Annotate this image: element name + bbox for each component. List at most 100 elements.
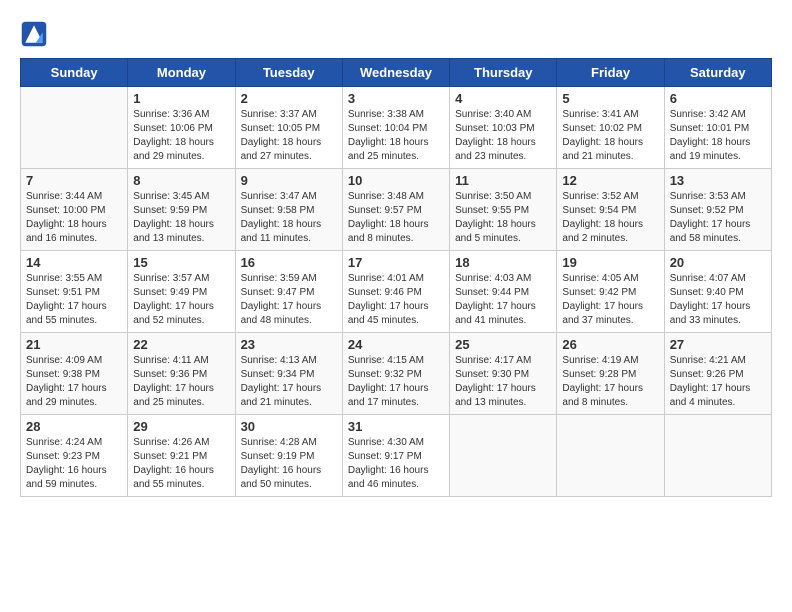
day-info: Sunrise: 3:42 AM Sunset: 10:01 PM Daylig… (670, 108, 766, 164)
day-info: Sunrise: 3:45 AM Sunset: 9:59 PM Dayligh… (133, 190, 229, 246)
day-info: Sunrise: 3:59 AM Sunset: 9:47 PM Dayligh… (241, 272, 337, 328)
calendar-cell: 8 Sunrise: 3:45 AM Sunset: 9:59 PM Daylig… (128, 169, 235, 251)
day-number: 31 (348, 419, 444, 434)
day-info: Sunrise: 4:13 AM Sunset: 9:34 PM Dayligh… (241, 354, 337, 410)
calendar-cell: 28 Sunrise: 4:24 AM Sunset: 9:23 PM Dayli… (21, 415, 128, 497)
day-info: Sunrise: 3:38 AM Sunset: 10:04 PM Daylig… (348, 108, 444, 164)
day-number: 27 (670, 337, 766, 352)
day-number: 25 (455, 337, 551, 352)
day-number: 10 (348, 173, 444, 188)
day-number: 17 (348, 255, 444, 270)
day-number: 24 (348, 337, 444, 352)
calendar-cell: 19 Sunrise: 4:05 AM Sunset: 9:42 PM Dayli… (557, 251, 664, 333)
day-info: Sunrise: 4:03 AM Sunset: 9:44 PM Dayligh… (455, 272, 551, 328)
day-number: 5 (562, 91, 658, 106)
calendar-cell: 2 Sunrise: 3:37 AM Sunset: 10:05 PM Dayli… (235, 87, 342, 169)
day-info: Sunrise: 3:37 AM Sunset: 10:05 PM Daylig… (241, 108, 337, 164)
day-info: Sunrise: 4:15 AM Sunset: 9:32 PM Dayligh… (348, 354, 444, 410)
day-info: Sunrise: 3:52 AM Sunset: 9:54 PM Dayligh… (562, 190, 658, 246)
calendar-cell: 14Sunrise: 3:55 AM Sunset: 9:51 PM Dayli… (21, 251, 128, 333)
calendar-cell: 27 Sunrise: 4:21 AM Sunset: 9:26 PM Dayli… (664, 333, 771, 415)
header (20, 20, 772, 48)
day-number: 30 (241, 419, 337, 434)
day-number: 14 (26, 255, 122, 270)
day-info: Sunrise: 3:36 AM Sunset: 10:06 PM Daylig… (133, 108, 229, 164)
day-info: Sunrise: 3:41 AM Sunset: 10:02 PM Daylig… (562, 108, 658, 164)
calendar-cell: 26 Sunrise: 4:19 AM Sunset: 9:28 PM Dayli… (557, 333, 664, 415)
calendar-cell: 30 Sunrise: 4:28 AM Sunset: 9:19 PM Dayli… (235, 415, 342, 497)
day-info: Sunrise: 4:09 AM Sunset: 9:38 PM Dayligh… (26, 354, 122, 410)
calendar-cell (557, 415, 664, 497)
calendar-cell: 11 Sunrise: 3:50 AM Sunset: 9:55 PM Dayli… (450, 169, 557, 251)
calendar-week-row: 1Sunrise: 3:36 AM Sunset: 10:06 PM Dayli… (21, 87, 772, 169)
calendar-cell (664, 415, 771, 497)
day-info: Sunrise: 4:05 AM Sunset: 9:42 PM Dayligh… (562, 272, 658, 328)
day-number: 21 (26, 337, 122, 352)
calendar-cell: 9Sunrise: 3:47 AM Sunset: 9:58 PM Daylig… (235, 169, 342, 251)
calendar-cell: 5 Sunrise: 3:41 AM Sunset: 10:02 PM Dayli… (557, 87, 664, 169)
calendar-cell: 17 Sunrise: 4:01 AM Sunset: 9:46 PM Dayli… (342, 251, 449, 333)
day-header-wednesday: Wednesday (342, 59, 449, 87)
day-number: 26 (562, 337, 658, 352)
day-info: Sunrise: 3:40 AM Sunset: 10:03 PM Daylig… (455, 108, 551, 164)
calendar-cell: 12 Sunrise: 3:52 AM Sunset: 9:54 PM Dayli… (557, 169, 664, 251)
calendar-cell: 15 Sunrise: 3:57 AM Sunset: 9:49 PM Dayli… (128, 251, 235, 333)
calendar-cell: 13 Sunrise: 3:53 AM Sunset: 9:52 PM Dayli… (664, 169, 771, 251)
day-header-thursday: Thursday (450, 59, 557, 87)
day-number: 22 (133, 337, 229, 352)
day-number: 19 (562, 255, 658, 270)
day-info: Sunrise: 3:47 AM Sunset: 9:58 PM Dayligh… (241, 190, 337, 246)
day-number: 18 (455, 255, 551, 270)
calendar-cell: 18 Sunrise: 4:03 AM Sunset: 9:44 PM Dayli… (450, 251, 557, 333)
day-info: Sunrise: 4:26 AM Sunset: 9:21 PM Dayligh… (133, 436, 229, 492)
day-number: 8 (133, 173, 229, 188)
calendar-cell: 16Sunrise: 3:59 AM Sunset: 9:47 PM Dayli… (235, 251, 342, 333)
calendar-cell: 7Sunrise: 3:44 AM Sunset: 10:00 PM Dayli… (21, 169, 128, 251)
calendar: SundayMondayTuesdayWednesdayThursdayFrid… (20, 58, 772, 497)
day-header-sunday: Sunday (21, 59, 128, 87)
calendar-cell: 31 Sunrise: 4:30 AM Sunset: 9:17 PM Dayli… (342, 415, 449, 497)
day-number: 2 (241, 91, 337, 106)
day-number: 29 (133, 419, 229, 434)
calendar-cell: 29 Sunrise: 4:26 AM Sunset: 9:21 PM Dayli… (128, 415, 235, 497)
day-info: Sunrise: 4:07 AM Sunset: 9:40 PM Dayligh… (670, 272, 766, 328)
calendar-cell: 1Sunrise: 3:36 AM Sunset: 10:06 PM Dayli… (128, 87, 235, 169)
day-number: 13 (670, 173, 766, 188)
day-info: Sunrise: 4:28 AM Sunset: 9:19 PM Dayligh… (241, 436, 337, 492)
day-info: Sunrise: 4:21 AM Sunset: 9:26 PM Dayligh… (670, 354, 766, 410)
calendar-week-row: 14Sunrise: 3:55 AM Sunset: 9:51 PM Dayli… (21, 251, 772, 333)
day-info: Sunrise: 3:57 AM Sunset: 9:49 PM Dayligh… (133, 272, 229, 328)
day-number: 15 (133, 255, 229, 270)
day-info: Sunrise: 4:19 AM Sunset: 9:28 PM Dayligh… (562, 354, 658, 410)
day-info: Sunrise: 3:50 AM Sunset: 9:55 PM Dayligh… (455, 190, 551, 246)
day-info: Sunrise: 3:53 AM Sunset: 9:52 PM Dayligh… (670, 190, 766, 246)
calendar-cell: 25 Sunrise: 4:17 AM Sunset: 9:30 PM Dayli… (450, 333, 557, 415)
calendar-cell: 10Sunrise: 3:48 AM Sunset: 9:57 PM Dayli… (342, 169, 449, 251)
calendar-week-row: 7Sunrise: 3:44 AM Sunset: 10:00 PM Dayli… (21, 169, 772, 251)
day-info: Sunrise: 4:17 AM Sunset: 9:30 PM Dayligh… (455, 354, 551, 410)
logo-icon (20, 20, 48, 48)
calendar-cell: 6 Sunrise: 3:42 AM Sunset: 10:01 PM Dayli… (664, 87, 771, 169)
day-info: Sunrise: 4:30 AM Sunset: 9:17 PM Dayligh… (348, 436, 444, 492)
day-number: 23 (241, 337, 337, 352)
day-number: 3 (348, 91, 444, 106)
calendar-cell (21, 87, 128, 169)
calendar-cell (450, 415, 557, 497)
day-header-monday: Monday (128, 59, 235, 87)
day-number: 6 (670, 91, 766, 106)
calendar-header-row: SundayMondayTuesdayWednesdayThursdayFrid… (21, 59, 772, 87)
day-info: Sunrise: 4:24 AM Sunset: 9:23 PM Dayligh… (26, 436, 122, 492)
day-number: 7 (26, 173, 122, 188)
day-number: 11 (455, 173, 551, 188)
day-header-saturday: Saturday (664, 59, 771, 87)
calendar-cell: 24 Sunrise: 4:15 AM Sunset: 9:32 PM Dayli… (342, 333, 449, 415)
calendar-cell: 3 Sunrise: 3:38 AM Sunset: 10:04 PM Dayli… (342, 87, 449, 169)
logo (20, 20, 52, 48)
day-number: 12 (562, 173, 658, 188)
day-number: 4 (455, 91, 551, 106)
day-info: Sunrise: 4:01 AM Sunset: 9:46 PM Dayligh… (348, 272, 444, 328)
calendar-cell: 21 Sunrise: 4:09 AM Sunset: 9:38 PM Dayli… (21, 333, 128, 415)
day-number: 28 (26, 419, 122, 434)
day-info: Sunrise: 4:11 AM Sunset: 9:36 PM Dayligh… (133, 354, 229, 410)
calendar-cell: 23 Sunrise: 4:13 AM Sunset: 9:34 PM Dayli… (235, 333, 342, 415)
